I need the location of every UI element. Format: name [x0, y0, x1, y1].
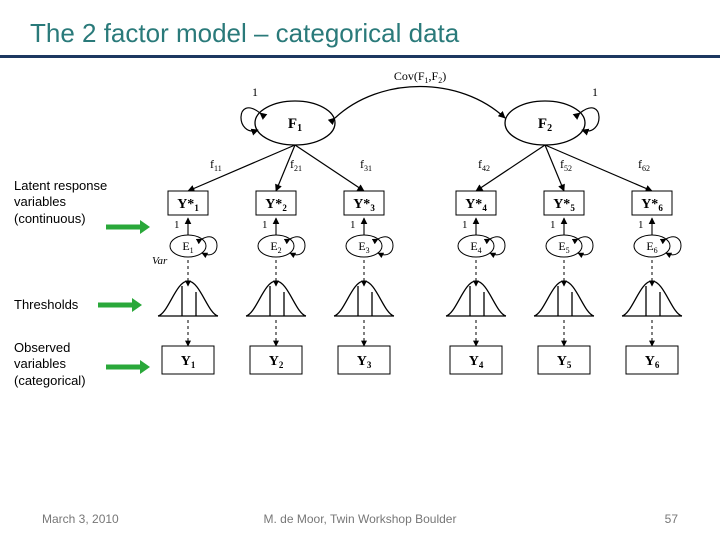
arrow-icon: [104, 218, 150, 236]
svg-text:f62: f62: [638, 157, 650, 173]
svg-text:1: 1: [350, 219, 356, 231]
svg-text:f31: f31: [360, 157, 372, 173]
svg-text:1: 1: [638, 219, 644, 231]
var-label: Var: [152, 255, 168, 267]
svg-text:1: 1: [174, 219, 180, 231]
factor2-variance-one: 1: [592, 85, 598, 99]
svg-text:f52: f52: [560, 157, 572, 173]
arrow-icon: [96, 296, 142, 314]
footer-page: 57: [665, 512, 678, 526]
svg-text:f42: f42: [478, 157, 490, 173]
svg-text:1: 1: [262, 219, 268, 231]
title-rule: [0, 55, 720, 58]
svg-text:f21: f21: [290, 157, 302, 173]
page-title: The 2 factor model – categorical data: [0, 0, 720, 55]
cov-label: Cov(F1,F2): [394, 69, 446, 85]
svg-text:1: 1: [462, 219, 468, 231]
svg-text:f11: f11: [210, 157, 222, 173]
svg-text:1: 1: [550, 219, 556, 231]
factor1-variance-one: 1: [252, 85, 258, 99]
footer-center: M. de Moor, Twin Workshop Boulder: [0, 512, 720, 526]
path-diagram: F1 F2 Cov(F1,F2) 1 1 f11 f21 f31 f42 f52…: [140, 68, 700, 458]
arrow-icon: [104, 358, 150, 376]
annot-thresholds: Thresholds: [14, 297, 78, 313]
